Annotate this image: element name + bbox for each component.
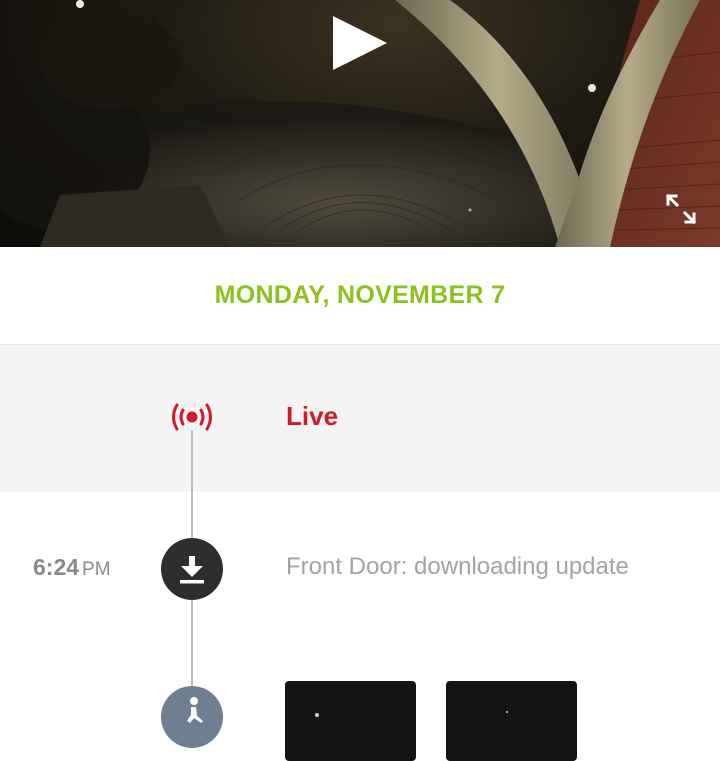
- motion-person-icon: [161, 686, 223, 748]
- download-icon: [161, 538, 223, 600]
- date-header: MONDAY, NOVEMBER 7: [0, 247, 720, 346]
- expand-icon: [665, 193, 697, 225]
- event-time-ampm: PM: [82, 559, 111, 580]
- event-thumbnail-2[interactable]: [446, 681, 577, 761]
- event-time-hm: 6:24: [33, 554, 80, 580]
- event-thumbnail-1[interactable]: [285, 681, 416, 761]
- live-label: Live: [286, 401, 339, 431]
- date-label: MONDAY, NOVEMBER 7: [214, 281, 506, 309]
- event-time: 6:24 PM: [33, 554, 111, 581]
- event-description: Front Door: downloading update: [286, 553, 629, 580]
- live-row[interactable]: [0, 345, 720, 492]
- play-icon: [333, 16, 387, 70]
- fullscreen-button[interactable]: [662, 190, 700, 228]
- play-button[interactable]: [325, 12, 395, 74]
- video-player[interactable]: [0, 0, 720, 247]
- live-broadcast-icon: [168, 400, 216, 434]
